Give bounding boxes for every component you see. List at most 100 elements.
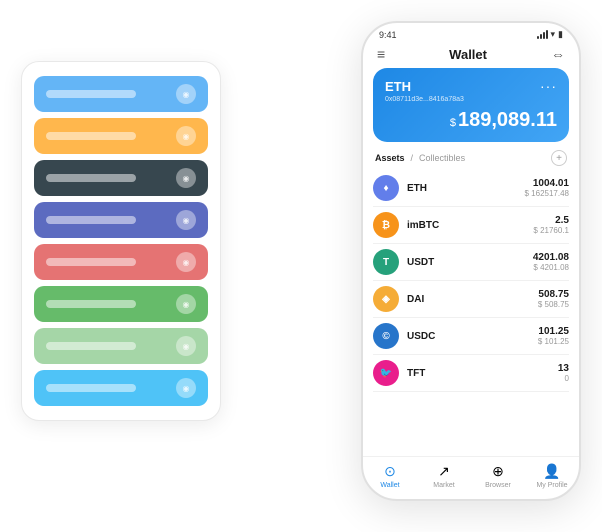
- asset-icon-eth: ♦: [373, 175, 399, 201]
- asset-icon-usdt: T: [373, 249, 399, 275]
- card-item-2[interactable]: ◉: [34, 160, 208, 196]
- card-icon: ◉: [176, 336, 196, 356]
- scan-icon[interactable]: ⇔: [551, 46, 565, 62]
- asset-name: TFT: [407, 368, 558, 379]
- tab-slash: /: [411, 153, 414, 163]
- eth-balance: $189,089.11: [385, 109, 557, 132]
- eth-balance-card[interactable]: ETH ··· 0x08711d3e...8416a78a3 $189,089.…: [373, 68, 569, 142]
- add-asset-button[interactable]: +: [551, 150, 567, 166]
- card-line: [46, 258, 136, 266]
- asset-icon-tft: 🐦: [373, 360, 399, 386]
- nav-item-market[interactable]: ↗ Market: [417, 463, 471, 489]
- asset-amount-sub: $ 4201.08: [533, 263, 569, 272]
- nav-icon: ⊕: [492, 463, 504, 480]
- nav-item-browser[interactable]: ⊕ Browser: [471, 463, 525, 489]
- card-item-3[interactable]: ◉: [34, 202, 208, 238]
- nav-icon: ↗: [438, 463, 450, 480]
- asset-icon-dai: ◈: [373, 286, 399, 312]
- asset-name: USDT: [407, 257, 533, 268]
- asset-row[interactable]: ₿ imBTC 2.5 $ 21760.1: [373, 207, 569, 244]
- card-item-1[interactable]: ◉: [34, 118, 208, 154]
- eth-address: 0x08711d3e...8416a78a3: [385, 96, 557, 103]
- asset-icon-imbtc: ₿: [373, 212, 399, 238]
- card-line: [46, 132, 136, 140]
- eth-card-more[interactable]: ···: [540, 78, 557, 94]
- card-icon: ◉: [176, 210, 196, 230]
- card-stack: ◉ ◉ ◉ ◉ ◉ ◉ ◉ ◉: [21, 61, 221, 421]
- asset-list: ♦ ETH 1004.01 $ 162517.48 ₿ imBTC 2.5 $ …: [363, 170, 579, 456]
- card-line: [46, 342, 136, 350]
- card-line: [46, 90, 136, 98]
- tab-assets[interactable]: Assets: [375, 153, 405, 163]
- asset-amount-sub: $ 162517.48: [525, 189, 570, 198]
- card-item-7[interactable]: ◉: [34, 370, 208, 406]
- signal-icon: [537, 30, 548, 39]
- page-title: Wallet: [449, 47, 487, 62]
- asset-amount-sub: $ 508.75: [538, 300, 569, 309]
- asset-row[interactable]: © USDC 101.25 $ 101.25: [373, 318, 569, 355]
- asset-amount-main: 1004.01: [525, 178, 570, 189]
- asset-amount-sub: $ 21760.1: [533, 226, 569, 235]
- asset-amounts: 101.25 $ 101.25: [538, 326, 569, 346]
- nav-item-wallet[interactable]: ⊙ Wallet: [363, 463, 417, 489]
- asset-amount-sub: 0: [558, 374, 569, 383]
- card-item-0[interactable]: ◉: [34, 76, 208, 112]
- nav-label: Wallet: [380, 482, 399, 489]
- asset-amount-main: 508.75: [538, 289, 569, 300]
- asset-amounts: 13 0: [558, 363, 569, 383]
- status-time: 9:41: [379, 30, 397, 40]
- asset-name: ETH: [407, 183, 525, 194]
- bottom-nav: ⊙ Wallet ↗ Market ⊕ Browser 👤 My Profile: [363, 456, 579, 499]
- asset-amount-sub: $ 101.25: [538, 337, 569, 346]
- asset-row[interactable]: 🐦 TFT 13 0: [373, 355, 569, 392]
- nav-item-my-profile[interactable]: 👤 My Profile: [525, 463, 579, 489]
- card-icon: ◉: [176, 252, 196, 272]
- wifi-icon: ▾: [551, 29, 556, 40]
- card-item-5[interactable]: ◉: [34, 286, 208, 322]
- card-line: [46, 216, 136, 224]
- asset-amount-main: 4201.08: [533, 252, 569, 263]
- asset-row[interactable]: ◈ DAI 508.75 $ 508.75: [373, 281, 569, 318]
- card-line: [46, 384, 136, 392]
- card-icon: ◉: [176, 126, 196, 146]
- card-icon: ◉: [176, 168, 196, 188]
- scene: ◉ ◉ ◉ ◉ ◉ ◉ ◉ ◉ 9:41 ▾ ▮ ≡ Wallet ⇔: [21, 21, 581, 511]
- battery-icon: ▮: [558, 29, 563, 40]
- card-line: [46, 300, 136, 308]
- assets-header: Assets / Collectibles +: [363, 150, 579, 170]
- eth-card-title: ETH: [385, 79, 411, 94]
- tab-collectibles[interactable]: Collectibles: [419, 153, 465, 163]
- card-icon: ◉: [176, 294, 196, 314]
- phone: 9:41 ▾ ▮ ≡ Wallet ⇔ ETH: [361, 21, 581, 501]
- card-item-6[interactable]: ◉: [34, 328, 208, 364]
- card-item-4[interactable]: ◉: [34, 244, 208, 280]
- asset-amount-main: 2.5: [533, 215, 569, 226]
- menu-icon[interactable]: ≡: [377, 46, 385, 62]
- asset-amounts: 4201.08 $ 4201.08: [533, 252, 569, 272]
- nav-icon: 👤: [543, 463, 560, 480]
- asset-amounts: 508.75 $ 508.75: [538, 289, 569, 309]
- asset-row[interactable]: T USDT 4201.08 $ 4201.08: [373, 244, 569, 281]
- card-icon: ◉: [176, 378, 196, 398]
- assets-tabs: Assets / Collectibles: [375, 153, 465, 163]
- asset-name: DAI: [407, 294, 538, 305]
- asset-icon-usdc: ©: [373, 323, 399, 349]
- asset-amount-main: 13: [558, 363, 569, 374]
- eth-card-header: ETH ···: [385, 78, 557, 94]
- asset-amounts: 2.5 $ 21760.1: [533, 215, 569, 235]
- asset-row[interactable]: ♦ ETH 1004.01 $ 162517.48: [373, 170, 569, 207]
- phone-header: ≡ Wallet ⇔: [363, 42, 579, 68]
- balance-value: 189,089.11: [458, 109, 557, 131]
- asset-amounts: 1004.01 $ 162517.48: [525, 178, 570, 198]
- status-bar: 9:41 ▾ ▮: [363, 23, 579, 42]
- nav-label: Browser: [485, 482, 511, 489]
- card-line: [46, 174, 136, 182]
- asset-amount-main: 101.25: [538, 326, 569, 337]
- asset-name: imBTC: [407, 220, 533, 231]
- status-icons: ▾ ▮: [537, 29, 563, 40]
- asset-name: USDC: [407, 331, 538, 342]
- nav-icon: ⊙: [384, 463, 396, 480]
- balance-currency: $: [450, 117, 456, 129]
- nav-label: Market: [433, 482, 454, 489]
- phone-content: ETH ··· 0x08711d3e...8416a78a3 $189,089.…: [363, 68, 579, 456]
